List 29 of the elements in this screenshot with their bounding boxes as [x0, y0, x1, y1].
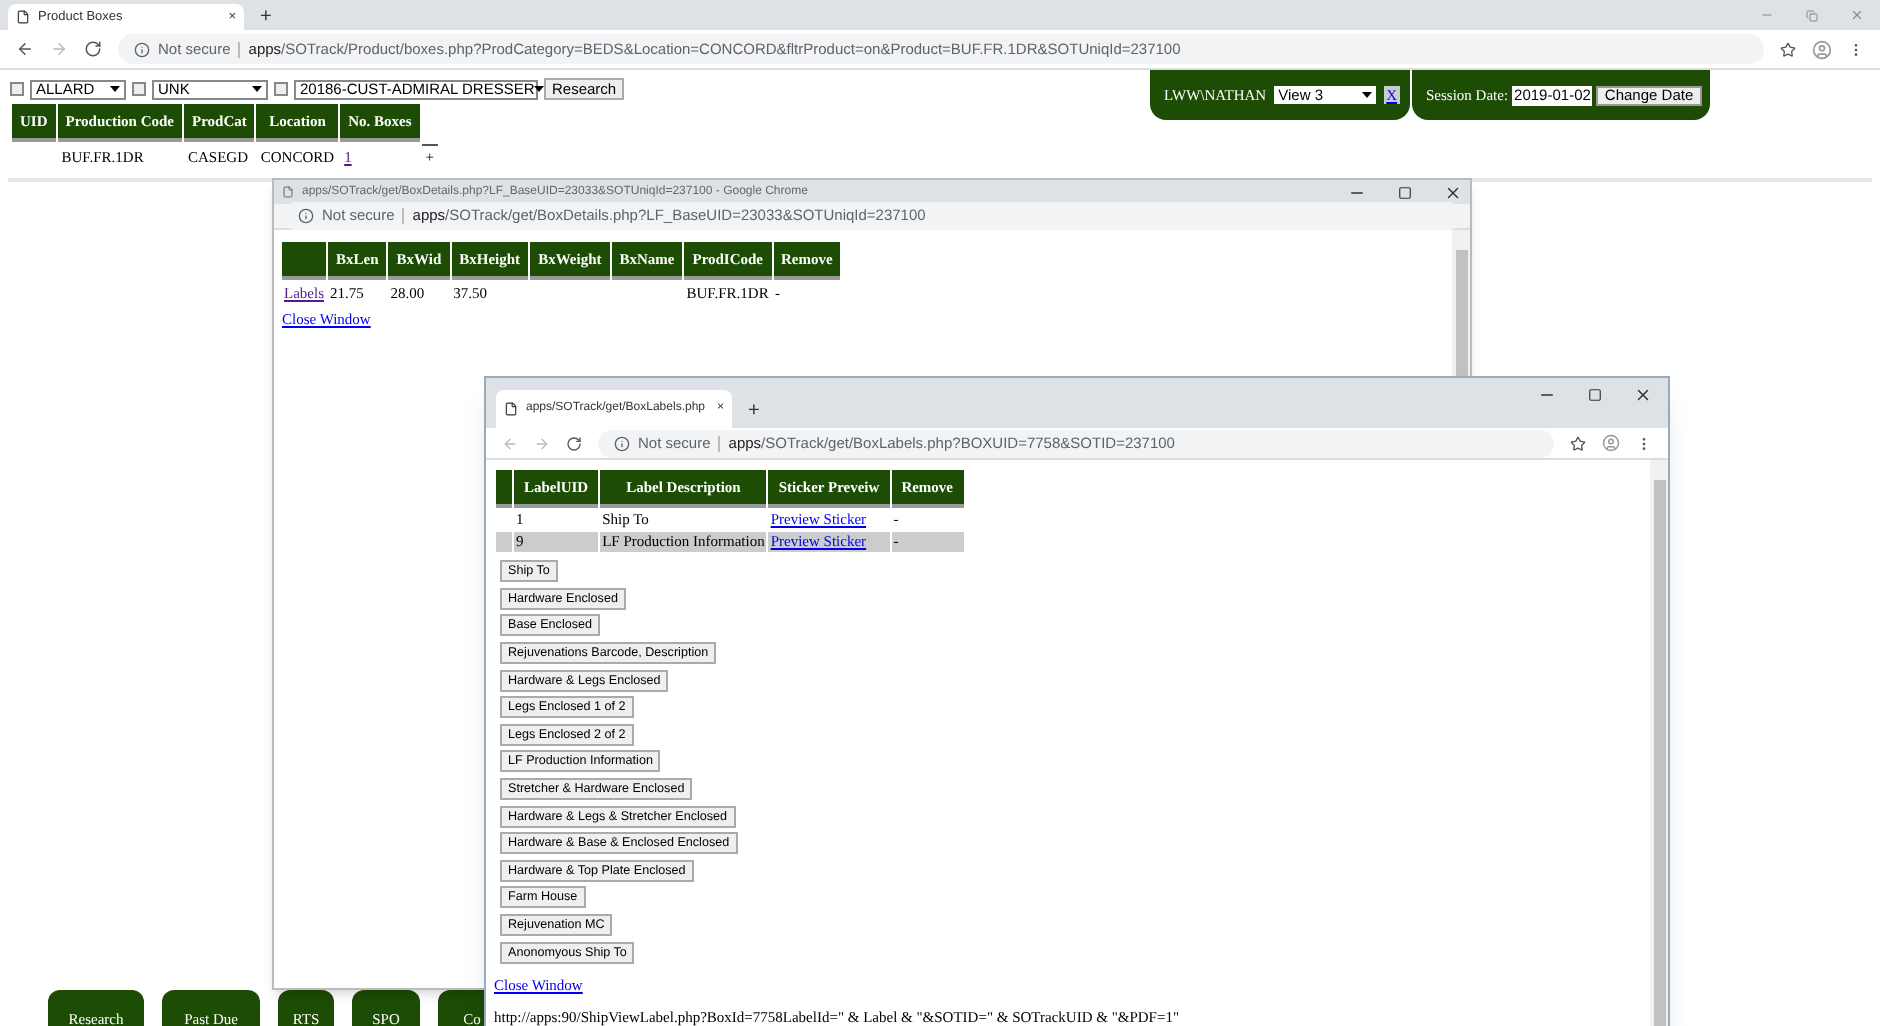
- new-tab-button[interactable]: +: [732, 394, 776, 428]
- page-icon: [16, 10, 30, 24]
- column-header: [282, 242, 326, 281]
- reload-icon[interactable]: [84, 40, 102, 58]
- column-header: [496, 470, 512, 509]
- filter-checkbox[interactable]: [132, 82, 146, 96]
- close-icon[interactable]: [1444, 183, 1462, 201]
- dropdown-caret-icon[interactable]: [252, 86, 262, 92]
- dropdown-caret-icon[interactable]: [534, 86, 545, 92]
- back-icon[interactable]: [16, 40, 34, 58]
- maximize-icon[interactable]: [1398, 185, 1412, 199]
- info-icon[interactable]: [134, 41, 150, 57]
- close-icon[interactable]: [1634, 386, 1652, 404]
- reload-icon[interactable]: [566, 435, 582, 451]
- profile-icon[interactable]: [1812, 39, 1832, 59]
- maximize-icon[interactable]: [1588, 388, 1602, 402]
- filter-checkbox[interactable]: [10, 82, 24, 96]
- bookmark-star-icon[interactable]: [1570, 435, 1586, 451]
- bookmark-star-icon[interactable]: [1780, 41, 1796, 57]
- scrollbar[interactable]: [1650, 460, 1668, 1026]
- dropdown-caret-icon[interactable]: [110, 86, 120, 92]
- info-icon[interactable]: [298, 208, 314, 224]
- info-icon[interactable]: [614, 435, 630, 451]
- new-tab-button[interactable]: +: [244, 4, 288, 30]
- profile-icon[interactable]: [1602, 434, 1620, 452]
- filter-checkbox[interactable]: [274, 82, 288, 96]
- page-icon: [282, 186, 294, 198]
- page-icon: [504, 402, 518, 416]
- dropdown-caret-icon[interactable]: [1362, 92, 1373, 98]
